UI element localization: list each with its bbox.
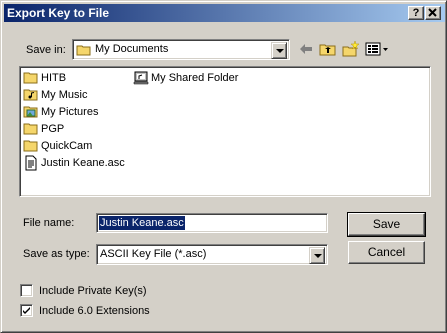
list-item-label: QuickCam: [41, 140, 93, 152]
view-menu-icon[interactable]: [365, 41, 389, 57]
folder-icon: [23, 123, 38, 135]
list-item-label: Justin Keane.asc: [41, 157, 125, 169]
save-as-type-dropdown-button[interactable]: [309, 247, 325, 264]
title-bar[interactable]: Export Key to File ?: [4, 4, 445, 22]
include-private-keys-label: Include Private Key(s): [39, 285, 147, 297]
include-60-extensions-label: Include 6.0 Extensions: [39, 305, 150, 317]
folder-icon: [23, 140, 38, 152]
file-list[interactable]: HITB My Music My Pictures PGP QuickCam J…: [19, 66, 431, 197]
save-in-label: Save in:: [26, 44, 66, 56]
save-in-value: My Documents: [95, 43, 169, 55]
dialog-title: Export Key to File: [7, 6, 110, 20]
save-in-dropdown[interactable]: My Documents: [72, 39, 290, 60]
folder-icon: [23, 72, 38, 84]
close-button[interactable]: [425, 6, 441, 20]
list-item-label: My Shared Folder: [151, 72, 239, 84]
close-icon: [428, 8, 437, 17]
save-as-type-label: Save as type:: [23, 248, 90, 260]
up-one-level-icon[interactable]: [319, 41, 337, 57]
text-file-icon: [25, 155, 37, 171]
file-name-value: Justin Keane.asc: [99, 216, 185, 230]
folder-icon: [76, 45, 91, 56]
save-button[interactable]: Save: [347, 212, 426, 237]
include-private-keys-checkbox[interactable]: [20, 284, 33, 297]
include-60-extensions-checkbox[interactable]: [20, 304, 33, 317]
help-button[interactable]: ?: [408, 6, 424, 20]
save-as-type-dropdown[interactable]: ASCII Key File (*.asc): [96, 244, 328, 265]
back-arrow-icon[interactable]: [297, 41, 315, 57]
list-item-label: PGP: [41, 123, 65, 135]
file-name-input[interactable]: Justin Keane.asc: [96, 213, 328, 233]
list-item-label: My Music: [41, 89, 88, 101]
pictures-folder-icon: [23, 106, 38, 118]
file-name-label: File name:: [23, 217, 75, 229]
create-new-folder-icon[interactable]: [342, 41, 360, 57]
checkmark-icon: [23, 307, 30, 314]
shared-folder-icon: [133, 71, 149, 85]
music-folder-icon: [23, 89, 38, 101]
save-as-type-value: ASCII Key File (*.asc): [100, 248, 207, 260]
list-item-label: HITB: [41, 72, 67, 84]
export-key-dialog: Export Key to File ? Save in: My Documen…: [0, 0, 447, 333]
list-item-label: My Pictures: [41, 106, 99, 118]
cancel-button[interactable]: Cancel: [348, 241, 425, 264]
save-in-dropdown-button[interactable]: [271, 42, 287, 59]
